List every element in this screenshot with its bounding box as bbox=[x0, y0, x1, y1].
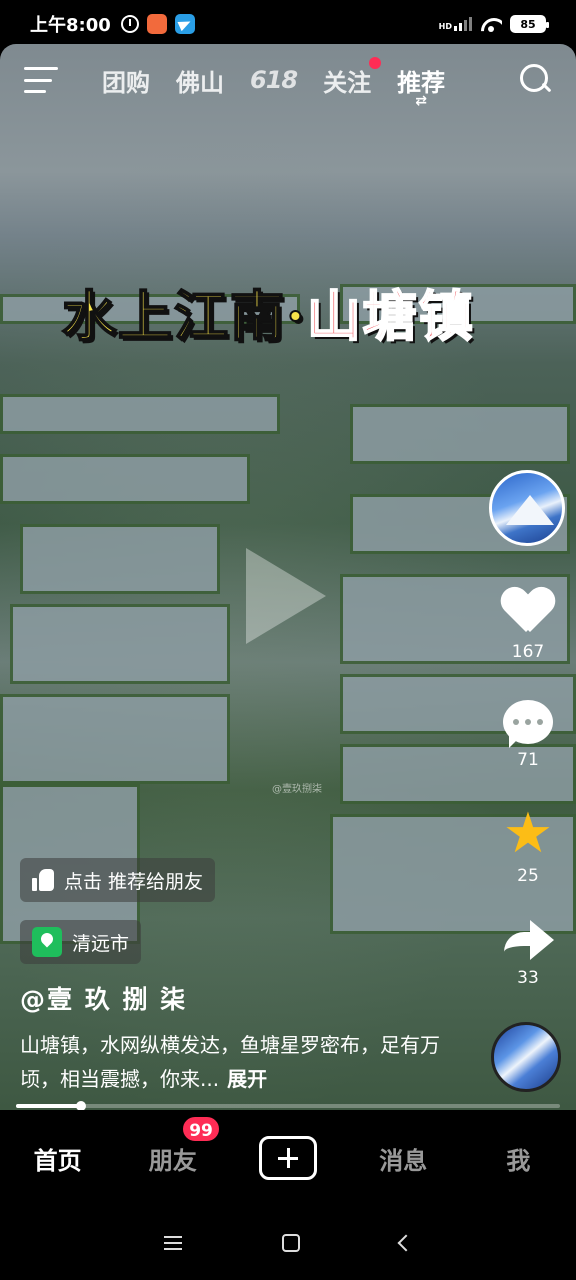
video-title-overlay: 水上江南·山塘镇 bbox=[61, 272, 475, 351]
location-pin-icon bbox=[32, 927, 62, 957]
wifi-icon bbox=[480, 16, 502, 32]
home-icon[interactable] bbox=[282, 1234, 300, 1252]
signal-icon: HD bbox=[439, 17, 472, 31]
share-icon bbox=[500, 918, 556, 962]
expand-button[interactable]: 展开 bbox=[227, 1067, 267, 1091]
video-watermark: @壹玖捌柒 bbox=[272, 784, 322, 795]
author-name[interactable]: @壹 玖 捌 柒 bbox=[20, 980, 187, 1016]
alarm-icon bbox=[120, 15, 139, 33]
star-icon: ★ bbox=[502, 801, 554, 866]
menu-icon[interactable] bbox=[24, 67, 58, 93]
video-progress-bar[interactable] bbox=[16, 1101, 560, 1111]
like-button[interactable]: 167 bbox=[496, 588, 560, 662]
tab-me[interactable]: 我 bbox=[461, 1141, 576, 1176]
location-label: 清远市 bbox=[72, 932, 130, 955]
status-time: 上午8:00 bbox=[30, 15, 111, 36]
friends-badge: 99 bbox=[181, 1114, 221, 1143]
tab-friends-label: 朋友 bbox=[148, 1146, 197, 1175]
tab-messages[interactable]: 消息 bbox=[346, 1141, 461, 1176]
status-bar: 上午8:00 HD 85 bbox=[0, 0, 576, 48]
location-chip[interactable]: 清远市 bbox=[20, 920, 142, 964]
network-type: HD bbox=[438, 22, 452, 31]
tab-618-promo[interactable]: 618 bbox=[250, 66, 298, 94]
top-navigation: 团购 佛山 618 关注 推荐 ⇄ bbox=[0, 44, 576, 116]
app-notification-icon bbox=[146, 14, 167, 34]
status-notification-icons bbox=[120, 14, 195, 34]
share-button[interactable]: 33 bbox=[496, 918, 560, 988]
search-icon[interactable] bbox=[520, 64, 552, 96]
video-description[interactable]: 山塘镇，水网纵横发达，鱼塘星罗密布，足有万顷，相当震撼，你来... 展开 bbox=[20, 1028, 440, 1096]
comment-icon bbox=[503, 700, 553, 748]
tab-following-label: 关注 bbox=[323, 68, 372, 97]
plus-icon[interactable] bbox=[259, 1136, 317, 1180]
refresh-icon: ⇄ bbox=[415, 92, 427, 109]
comment-button[interactable]: 71 bbox=[496, 700, 560, 770]
tab-recommended[interactable]: 推荐 ⇄ bbox=[397, 63, 445, 109]
video-title-part2: 山塘镇 bbox=[306, 283, 475, 349]
back-icon[interactable] bbox=[397, 1234, 415, 1252]
music-disc[interactable] bbox=[491, 1022, 561, 1092]
thumbs-up-icon bbox=[32, 869, 54, 891]
feed-tabs: 团购 佛山 618 关注 推荐 ⇄ bbox=[102, 56, 445, 109]
tab-create[interactable] bbox=[230, 1136, 345, 1180]
like-count: 167 bbox=[511, 642, 545, 662]
tab-friends[interactable]: 朋友 99 bbox=[115, 1114, 230, 1176]
recommend-to-friend-chip[interactable]: 点击 推荐给朋友 bbox=[20, 858, 216, 902]
heart-icon bbox=[502, 588, 554, 636]
telegram-icon bbox=[174, 14, 195, 34]
tab-home[interactable]: 首页 bbox=[0, 1141, 115, 1176]
notification-dot bbox=[369, 56, 382, 69]
tab-local-city[interactable]: 佛山 bbox=[176, 63, 224, 98]
tab-following[interactable]: 关注 bbox=[323, 56, 382, 98]
favorite-count: 25 bbox=[517, 866, 539, 886]
status-system-icons: HD 85 bbox=[439, 15, 549, 33]
bottom-tab-bar: 首页 朋友 99 消息 我 bbox=[0, 1110, 576, 1206]
share-count: 33 bbox=[517, 968, 539, 988]
system-navigation-bar bbox=[0, 1206, 576, 1280]
recent-apps-icon[interactable] bbox=[164, 1236, 182, 1250]
play-icon[interactable] bbox=[246, 548, 326, 644]
battery-indicator: 85 bbox=[510, 15, 549, 33]
progress-fill bbox=[16, 1104, 82, 1108]
favorite-button[interactable]: ★ 25 bbox=[496, 801, 560, 887]
video-title-part1: 水上江南· bbox=[61, 283, 307, 349]
recommend-label: 点击 推荐给朋友 bbox=[64, 870, 204, 893]
tab-group-buy[interactable]: 团购 bbox=[102, 63, 150, 98]
author-avatar[interactable] bbox=[489, 470, 565, 546]
comment-count: 71 bbox=[517, 750, 539, 770]
